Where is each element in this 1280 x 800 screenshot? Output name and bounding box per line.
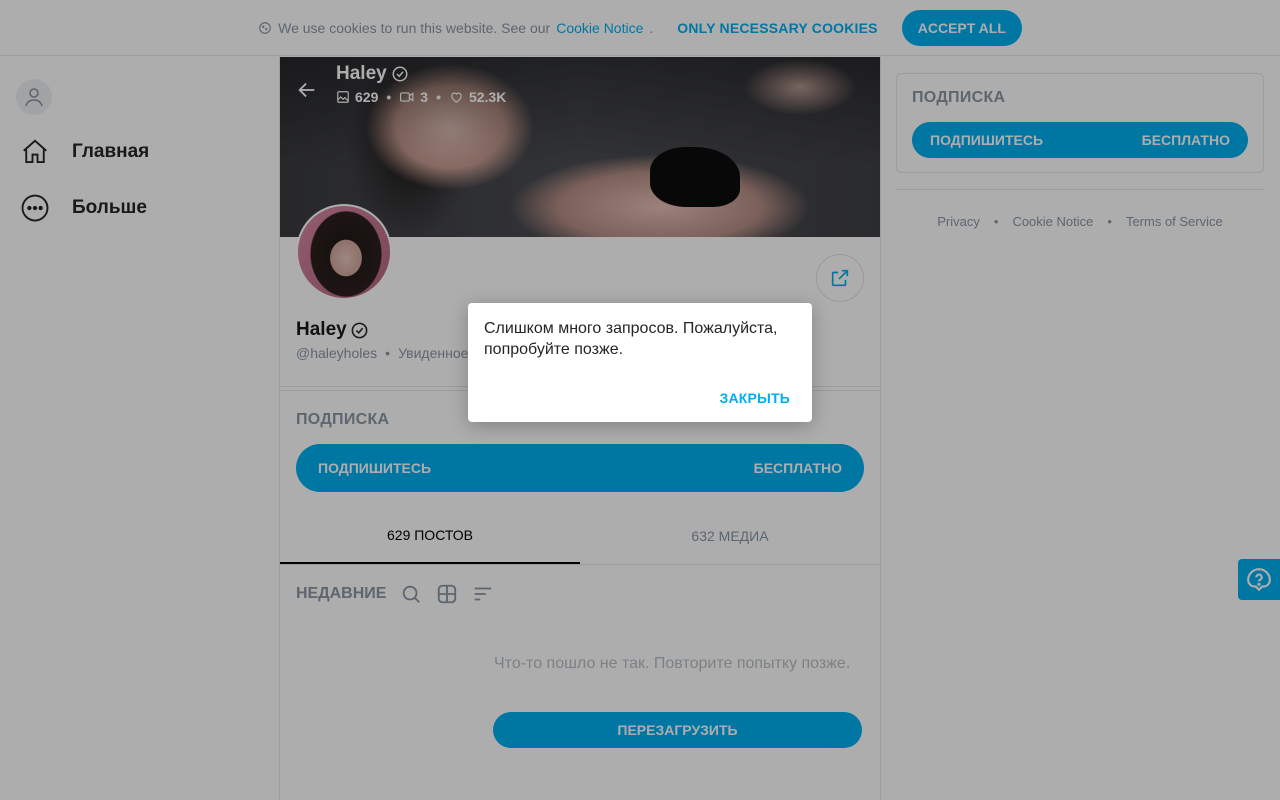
error-dialog: Слишком много запросов. Пожалуйста, попр… xyxy=(468,303,812,422)
dialog-message: Слишком много запросов. Пожалуйста, попр… xyxy=(484,320,778,358)
dialog-close-button[interactable]: ЗАКРЫТЬ xyxy=(720,390,790,406)
